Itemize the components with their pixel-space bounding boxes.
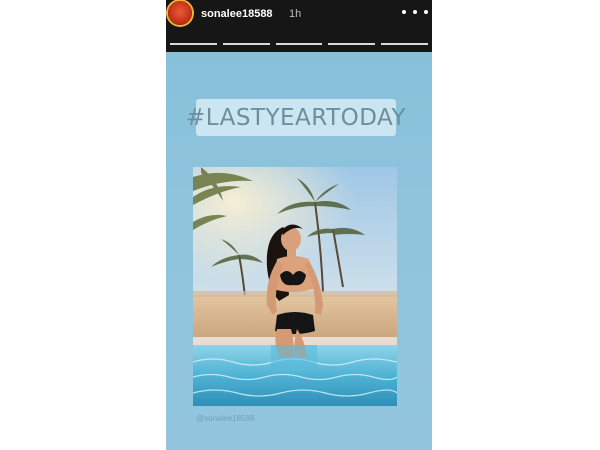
pool-photo-image bbox=[193, 167, 397, 406]
time-ago-label: 1h bbox=[289, 8, 302, 20]
story-progress-bar bbox=[170, 43, 428, 45]
hashtag-sticker[interactable]: #LASTYEARTODAY bbox=[186, 99, 406, 136]
more-options-icon[interactable] bbox=[402, 5, 428, 19]
username-label[interactable]: sonalee18588 bbox=[201, 8, 273, 20]
story-photo[interactable] bbox=[193, 167, 397, 406]
story-viewer[interactable]: sonalee18588 1h #LASTYEARTODAY @sonalee1… bbox=[166, 0, 432, 450]
photo-credit-label: @sonalee18588 bbox=[196, 414, 255, 423]
progress-segment bbox=[381, 43, 428, 45]
progress-segment bbox=[222, 43, 270, 45]
progress-segment bbox=[328, 43, 376, 45]
progress-segment bbox=[275, 43, 323, 45]
avatar[interactable] bbox=[168, 1, 192, 25]
story-header: sonalee18588 1h bbox=[166, 0, 432, 52]
progress-segment bbox=[170, 43, 217, 45]
more-dot bbox=[402, 10, 406, 14]
more-dot bbox=[413, 10, 417, 14]
more-dot bbox=[424, 10, 428, 14]
